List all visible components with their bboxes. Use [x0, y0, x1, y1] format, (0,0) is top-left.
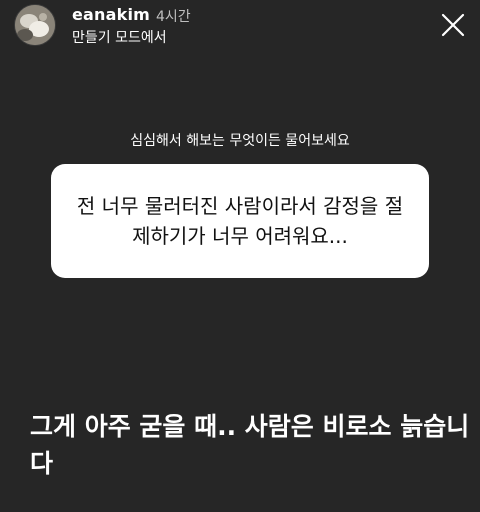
- story-header: eanakim 4시간 만들기 모드에서: [0, 0, 480, 56]
- profile-photo-icon: [15, 5, 55, 45]
- close-icon: [441, 13, 465, 37]
- story-screen: eanakim 4시간 만들기 모드에서 심심해서 해보는 무엇이든 물어보세요…: [0, 0, 480, 512]
- question-text: 전 너무 물러터진 사람이라서 감정을 절제하기가 너무 어려워요...: [76, 194, 404, 248]
- answer-text: 그게 아주 굳을 때.. 사람은 비로소 늙습니다: [30, 412, 470, 478]
- close-button[interactable]: [440, 12, 466, 38]
- question-sticker: 전 너무 물러터진 사람이라서 감정을 절제하기가 너무 어려워요...: [51, 164, 429, 278]
- username[interactable]: eanakim: [72, 5, 150, 24]
- avatar[interactable]: [14, 4, 56, 46]
- question-prompt: 심심해서 해보는 무엇이든 물어보세요: [130, 133, 350, 149]
- story-mode-label: 만들기 모드에서: [72, 30, 167, 46]
- post-time: 4시간: [156, 9, 191, 25]
